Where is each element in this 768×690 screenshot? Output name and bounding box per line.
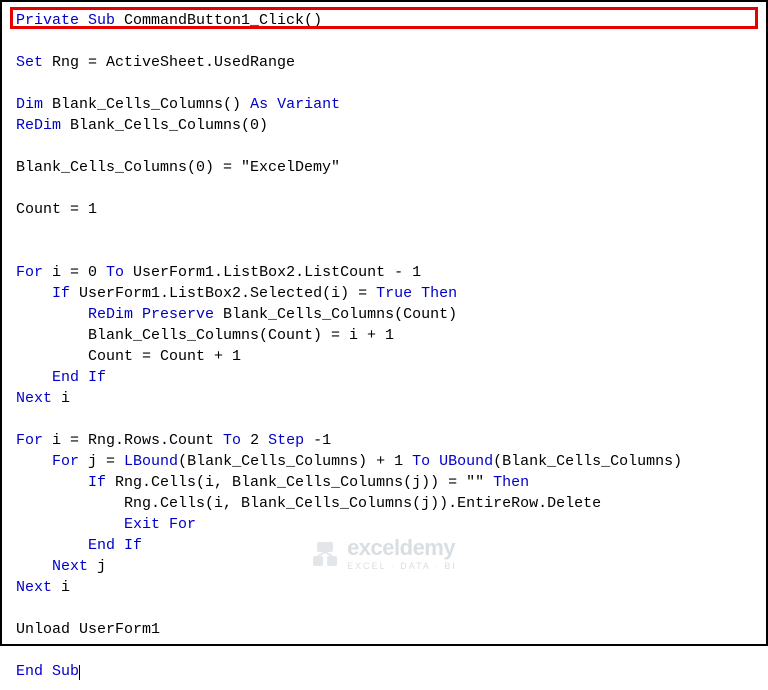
code-text: i = 0 bbox=[43, 264, 106, 281]
code-text: Count = 1 bbox=[16, 201, 97, 218]
keyword: To bbox=[106, 264, 124, 281]
code-text: CommandButton1_Click() bbox=[115, 12, 322, 29]
keyword: Step bbox=[268, 432, 304, 449]
indent bbox=[16, 516, 124, 533]
code-text: Blank_Cells_Columns(Count) bbox=[214, 306, 457, 323]
keyword: End If bbox=[88, 537, 142, 554]
code-text: Rng.Cells(i, Blank_Cells_Columns(j)) = "… bbox=[106, 474, 493, 491]
keyword: ReDim Preserve bbox=[88, 306, 214, 323]
code-text: j bbox=[88, 558, 106, 575]
keyword: Then bbox=[493, 474, 529, 491]
keyword: End If bbox=[52, 369, 106, 386]
keyword: True Then bbox=[376, 285, 457, 302]
keyword: As Variant bbox=[250, 96, 340, 113]
keyword: Next bbox=[52, 558, 88, 575]
keyword: Private Sub bbox=[16, 12, 115, 29]
indent bbox=[16, 285, 52, 302]
keyword: Exit For bbox=[124, 516, 196, 533]
code-text: UserForm1.ListBox2.ListCount - 1 bbox=[124, 264, 421, 281]
indent bbox=[16, 558, 52, 575]
code-text: (Blank_Cells_Columns) bbox=[493, 453, 682, 470]
code-text: 2 bbox=[241, 432, 268, 449]
indent bbox=[16, 537, 88, 554]
indent bbox=[16, 306, 88, 323]
indent bbox=[16, 474, 88, 491]
keyword: ReDim bbox=[16, 117, 61, 134]
keyword: To bbox=[412, 453, 430, 470]
code-text: UserForm1.ListBox2.Selected(i) = bbox=[70, 285, 376, 302]
code-text: j = bbox=[79, 453, 124, 470]
code-text: Rng.Cells(i, Blank_Cells_Columns(j)).Ent… bbox=[16, 495, 601, 512]
code-text: Unload UserForm1 bbox=[16, 621, 160, 638]
keyword: End Sub bbox=[16, 663, 79, 680]
code-text: (Blank_Cells_Columns) + 1 bbox=[178, 453, 412, 470]
text-cursor bbox=[79, 665, 80, 680]
code-text: Blank_Cells_Columns(0) = "ExcelDemy" bbox=[16, 159, 340, 176]
keyword: If bbox=[88, 474, 106, 491]
code-text: Count = Count + 1 bbox=[16, 348, 241, 365]
indent bbox=[16, 453, 52, 470]
code-text: -1 bbox=[304, 432, 331, 449]
keyword: Next bbox=[16, 579, 52, 596]
keyword: For bbox=[16, 264, 43, 281]
code-text: i bbox=[52, 579, 70, 596]
code-text: i bbox=[52, 390, 70, 407]
keyword: For bbox=[16, 432, 43, 449]
keyword: LBound bbox=[124, 453, 178, 470]
code-text bbox=[430, 453, 439, 470]
code-text: Blank_Cells_Columns(Count) = i + 1 bbox=[16, 327, 394, 344]
code-text: Blank_Cells_Columns(0) bbox=[61, 117, 268, 134]
indent bbox=[16, 369, 52, 386]
code-text: Rng = ActiveSheet.UsedRange bbox=[43, 54, 295, 71]
keyword: Dim bbox=[16, 96, 43, 113]
keyword: For bbox=[52, 453, 79, 470]
keyword: If bbox=[52, 285, 70, 302]
code-editor[interactable]: Private Sub CommandButton1_Click() Set R… bbox=[2, 2, 766, 690]
code-text: Blank_Cells_Columns() bbox=[43, 96, 250, 113]
code-text: i = Rng.Rows.Count bbox=[43, 432, 223, 449]
keyword: To bbox=[223, 432, 241, 449]
keyword: UBound bbox=[439, 453, 493, 470]
keyword: Set bbox=[16, 54, 43, 71]
keyword: Next bbox=[16, 390, 52, 407]
